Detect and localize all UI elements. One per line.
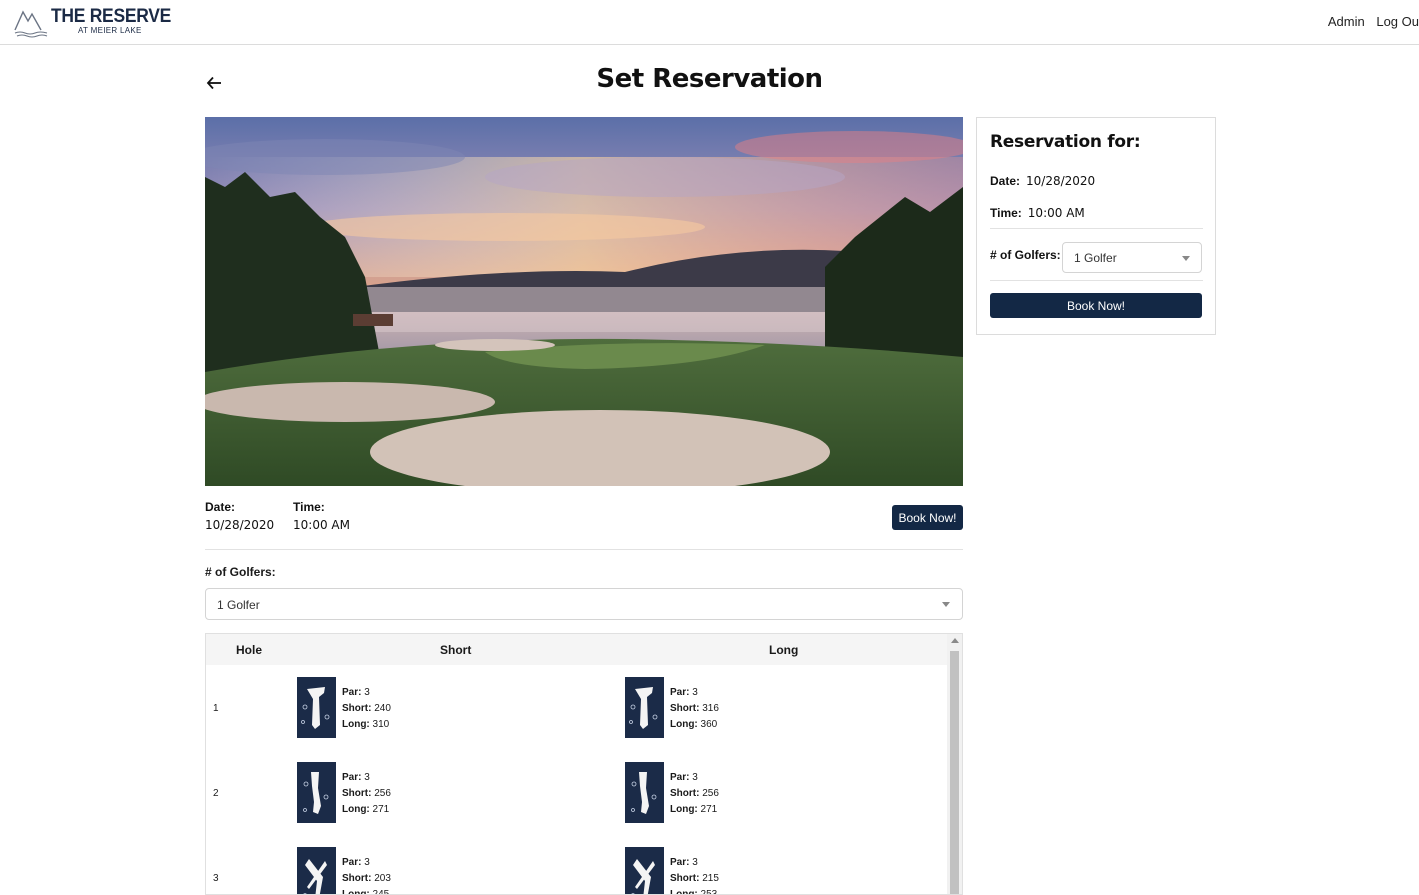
hole-diagram-image[interactable] [297,847,336,894]
hole-stats: Par: 3 Short: 240 Long: 310 [342,685,391,733]
hole-diagram-image[interactable] [297,762,336,823]
reservation-summary-card: Reservation for: Date: 10/28/2020 Time: 10… [976,117,1216,335]
par-label: Par: [670,857,690,868]
page-title: Set Reservation [596,64,823,94]
hole-diagram-image[interactable] [625,677,664,738]
short-label: Short: [670,873,700,884]
column-header-hole: Hole [236,643,263,657]
table-row: 1 Par: 3 Short: 240 Long: 310 Par: 3 Sho… [206,665,947,750]
par-label: Par: [342,857,362,868]
long-value: 271 [372,804,390,815]
logo-title: THE RESERVE [51,6,172,27]
column-header-long: Long [769,643,799,657]
mountain-logo-icon [14,10,48,38]
par-label: Par: [670,772,690,783]
golfers-label: # of Golfers: [205,565,276,579]
top-nav: Admin Log Ou [1320,14,1419,29]
long-label: Long: [342,719,370,730]
long-label: Long: [342,804,370,815]
time-label: Time: [293,500,325,514]
scroll-up-arrow-icon[interactable] [951,638,959,643]
scrollbar-thumb[interactable] [950,651,959,894]
par-value: 3 [364,687,370,698]
hole-stats: Par: 3 Short: 203 Long: 245 [342,855,391,895]
divider [990,280,1203,281]
short-value: 316 [702,703,719,714]
short-value: 240 [374,703,391,714]
top-navbar: THE RESERVE AT MEIER LAKE Admin Log Ou [0,0,1419,45]
par-value: 3 [692,772,698,783]
hole-diagram-image[interactable] [297,677,336,738]
par-label: Par: [342,772,362,783]
column-header-short: Short [440,643,472,657]
divider [990,228,1203,229]
long-value: 360 [700,719,718,730]
hole-diagram-image[interactable] [625,847,664,894]
long-value: 271 [700,804,718,815]
short-value: 203 [374,873,391,884]
summary-book-now-button[interactable]: Book Now! [990,293,1202,318]
par-value: 3 [364,772,370,783]
summary-golfers-label: # of Golfers: [990,248,1061,262]
date-label: Date: [205,500,236,514]
long-label: Long: [670,804,698,815]
date-info: Date: 10/28/2020 [205,500,274,532]
hole-number: 1 [213,703,219,714]
par-value: 3 [692,857,698,868]
golfers-select-value: 1 Golfer [217,598,260,612]
holes-table: Hole Short Long 1 Par: 3 Short: 240 Long… [205,633,963,895]
time-info: Time: 10:00 AM [293,500,350,532]
hole-stats: Par: 3 Short: 215 Long: 253 [670,855,719,895]
caret-down-icon [1182,256,1190,261]
par-value: 3 [364,857,370,868]
caret-down-icon [942,602,950,607]
long-label: Long: [670,719,698,730]
summary-date: Date: 10/28/2020 [990,172,1095,190]
site-logo[interactable]: THE RESERVE AT MEIER LAKE [14,4,171,38]
short-value: 215 [702,873,719,884]
short-value: 256 [374,788,391,799]
hole-stats: Par: 3 Short: 256 Long: 271 [670,770,719,818]
short-label: Short: [342,703,372,714]
long-label: Long: [342,889,370,895]
table-row: 2 Par: 3 Short: 256 Long: 271 Par: 3 Sho… [206,750,947,835]
long-label: Long: [670,889,698,895]
table-header: Hole Short Long [206,634,947,665]
course-hero-image [205,117,963,486]
summary-time-value: 10:00 AM [1027,206,1085,220]
table-row: 3 Par: 3 Short: 203 Long: 245 Par: 3 Sho… [206,835,947,895]
long-value: 245 [372,889,390,895]
short-label: Short: [342,788,372,799]
hole-diagram-image[interactable] [625,762,664,823]
card-title: Reservation for: [990,132,1141,152]
golfers-select[interactable]: 1 Golfer [205,588,963,620]
hole-stats: Par: 3 Short: 316 Long: 360 [670,685,719,733]
summary-date-value: 10/28/2020 [1026,174,1096,188]
hole-stats: Par: 3 Short: 256 Long: 271 [342,770,391,818]
summary-golfers-select[interactable]: 1 Golfer [1062,242,1202,273]
par-value: 3 [692,687,698,698]
summary-date-label: Date: [990,174,1021,188]
date-value: 10/28/2020 [205,518,275,532]
par-label: Par: [670,687,690,698]
nav-link-admin[interactable]: Admin [1328,14,1365,29]
short-value: 256 [702,788,719,799]
summary-time: Time: 10:00 AM [990,204,1085,222]
hole-number: 3 [213,873,219,884]
long-value: 253 [700,889,718,895]
short-label: Short: [670,788,700,799]
book-now-button[interactable]: Book Now! [892,505,963,530]
summary-time-label: Time: [990,206,1022,220]
table-scrollbar[interactable] [947,634,962,894]
logo-subtitle: AT MEIER LAKE [78,26,142,35]
short-label: Short: [670,703,700,714]
time-value: 10:00 AM [293,518,350,532]
par-label: Par: [342,687,362,698]
nav-link-logout[interactable]: Log Ou [1376,14,1419,29]
long-value: 310 [372,719,390,730]
summary-golfers-select-value: 1 Golfer [1074,251,1117,265]
hole-number: 2 [213,788,219,799]
short-label: Short: [342,873,372,884]
divider [205,549,963,550]
